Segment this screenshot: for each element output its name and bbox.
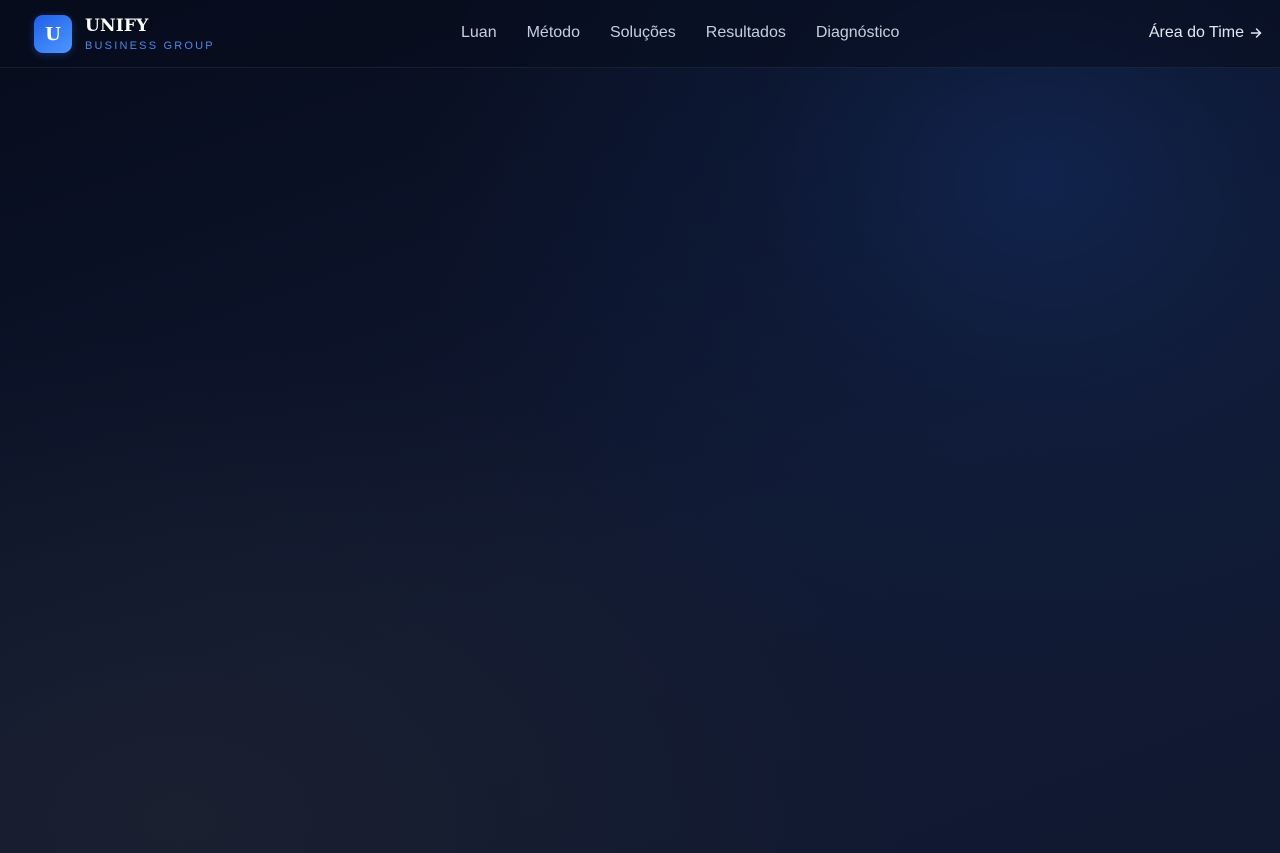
nav-link-luan[interactable]: Luan	[461, 24, 497, 42]
brand-subtitle: BUSINESS GROUP	[85, 39, 215, 52]
main-nav: Luan Método Soluções Resultados Diagnóst…	[461, 24, 899, 42]
logo-icon: U	[34, 15, 72, 53]
hero-section: U UNIFY BUSINESS GROUP Luan Método Soluç…	[0, 0, 1280, 853]
top-navigation-bar: U UNIFY BUSINESS GROUP Luan Método Soluç…	[0, 0, 1280, 68]
nav-link-solucoes[interactable]: Soluções	[610, 24, 676, 42]
nav-link-resultados[interactable]: Resultados	[706, 24, 786, 42]
team-area-label: Área do Time	[1148, 24, 1244, 41]
brand-logo-link[interactable]: U UNIFY BUSINESS GROUP	[34, 15, 215, 53]
brand-name: UNIFY	[85, 15, 149, 36]
nav-link-metodo[interactable]: Método	[527, 24, 580, 42]
nav-link-diagnostico[interactable]: Diagnóstico	[816, 24, 900, 42]
brand-text: UNIFY BUSINESS GROUP	[85, 17, 215, 52]
arrow-right-icon	[1250, 28, 1262, 38]
team-area-link[interactable]: Área do Time	[1149, 24, 1262, 42]
